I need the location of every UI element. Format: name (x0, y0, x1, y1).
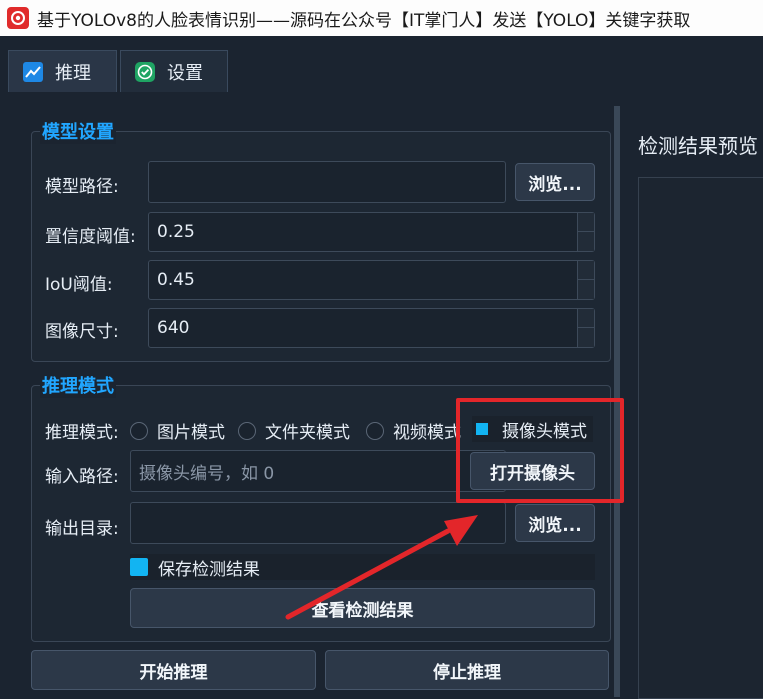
annotation-arrow (285, 515, 478, 620)
